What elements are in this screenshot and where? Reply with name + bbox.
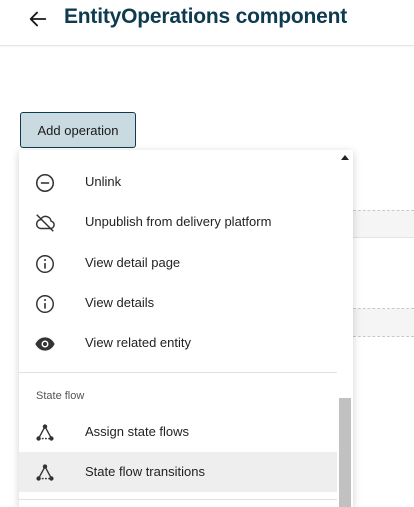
state-flow-icon [36,464,54,481]
menu-item-label: Unlink [85,174,122,189]
menu-divider [19,372,337,373]
menu-divider [19,499,337,500]
info-circle-icon [36,255,54,273]
menu-item-unlink[interactable]: Unlink [19,162,337,202]
menu-item-view-detail-page[interactable]: View detail page [19,243,337,283]
menu-item-label: View detail page [85,255,181,270]
menu-item-view-details[interactable]: View details [19,283,337,323]
menu-item-label: View related entity [85,335,191,350]
info-circle-icon [36,295,54,313]
minus-circle-icon [35,173,55,193]
menu-item-unpublish[interactable]: Unpublish from delivery platform [19,202,337,242]
background-divider [353,336,414,337]
menu-item-label: Assign state flows [85,424,190,439]
menu-item-label: State flow transitions [85,464,205,479]
back-arrow-icon[interactable] [27,8,49,30]
eye-icon [35,337,55,351]
cloud-off-icon [35,214,55,232]
scrollbar-thumb[interactable] [339,398,351,507]
background-divider [353,237,414,238]
menu-item-state-flow-transitions[interactable]: State flow transitions [19,452,337,492]
menu-item-label: Unpublish from delivery platform [85,214,272,229]
page-title: EntityOperations component [64,5,347,28]
menu-item-label: View details [85,295,155,310]
page-header: EntityOperations component [0,0,414,46]
add-operation-button[interactable]: Add operation [20,112,136,148]
menu-item-view-related-entity[interactable]: View related entity [19,323,337,363]
background-row [353,211,414,237]
scroll-up-arrow-icon[interactable] [341,155,349,160]
state-flow-icon [36,424,54,441]
background-row [353,309,414,336]
menu-scrollbar[interactable] [337,150,353,507]
operations-dropdown-menu: Unlink Unpublish from delivery platform … [19,150,353,507]
menu-item-assign-state-flows[interactable]: Assign state flows [19,412,337,452]
menu-section-state-flow: State flow [36,390,85,402]
